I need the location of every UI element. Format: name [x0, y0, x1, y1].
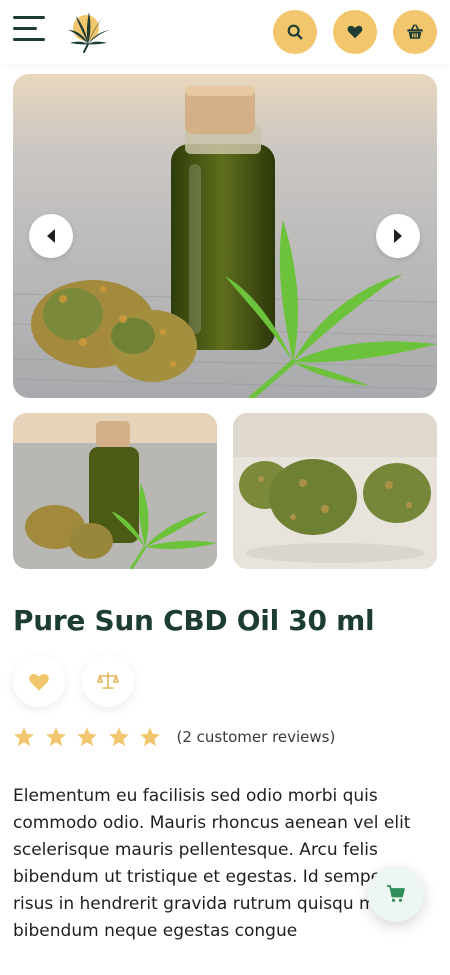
compare-scale-icon — [97, 672, 119, 689]
star-icon — [45, 727, 66, 747]
product-main-image[interactable] — [13, 74, 437, 398]
cart-icon — [387, 885, 405, 902]
search-button[interactable] — [273, 10, 317, 54]
gallery-prev-button[interactable] — [29, 214, 73, 258]
cannabis-leaf-logo[interactable] — [62, 8, 114, 56]
customer-reviews-link[interactable]: (2 customer reviews) — [177, 728, 336, 746]
product-rating: (2 customer reviews) — [13, 725, 335, 749]
floating-cart-button[interactable] — [368, 866, 424, 922]
product-title: Pure Sun CBD Oil 30 ml — [13, 604, 375, 637]
hamburger-menu-icon[interactable] — [13, 16, 47, 48]
chevron-right-icon — [394, 229, 402, 243]
star-icon — [14, 727, 34, 747]
heart-icon — [29, 673, 49, 691]
add-to-wishlist-button[interactable] — [13, 655, 65, 707]
wishlist-button[interactable] — [333, 10, 377, 54]
star-icon — [77, 727, 97, 747]
star-icon — [108, 727, 129, 747]
gallery-thumbnail-2[interactable] — [233, 413, 437, 569]
top-header — [0, 0, 450, 64]
gallery-thumbnail-1[interactable] — [13, 413, 217, 569]
chevron-left-icon — [47, 229, 55, 243]
star-icon — [140, 727, 160, 747]
heart-icon — [347, 25, 363, 39]
compare-button[interactable] — [82, 655, 134, 707]
gallery-next-button[interactable] — [376, 214, 420, 258]
basket-button[interactable] — [393, 10, 437, 54]
basket-icon — [407, 24, 423, 39]
search-icon — [287, 24, 303, 40]
product-description: Elementum eu facilisis sed odio morbi qu… — [13, 786, 411, 941]
